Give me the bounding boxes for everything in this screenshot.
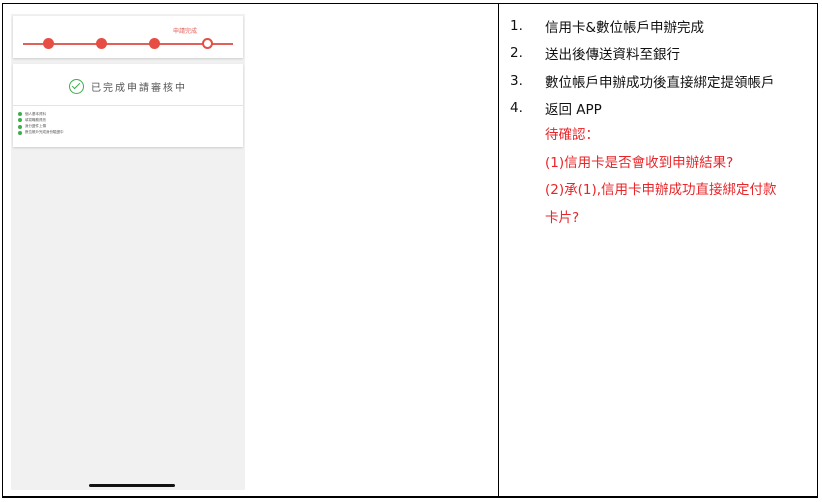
checklist-item-text: 身分證件上傳 (25, 124, 46, 129)
phone-screenshot: 申請完成 已完成申請審核中 個人基本資料 填寫職務資訊 身分證件上傳 數位帳戶完… (11, 14, 245, 490)
checklist: 個人基本資料 填寫職務資訊 身分證件上傳 數位帳戶完成身份驗證中 (18, 111, 64, 136)
current-step-label: 申請完成 (173, 28, 198, 35)
list-number: 4. (510, 100, 523, 117)
check-icon (18, 124, 22, 129)
checklist-item: 數位帳戶完成身份驗證中 (18, 130, 64, 136)
status-card: 已完成申請審核中 個人基本資料 填寫職務資訊 身分證件上傳 數位帳戶完成身份驗證… (13, 64, 243, 147)
progress-stepper: 申請完成 (13, 16, 243, 58)
note-line: (2)承(1),信用卡申辦成功直接綁定付款 (545, 182, 777, 198)
list-item: 1. 信用卡&數位帳戶申辦完成 (510, 12, 810, 40)
home-indicator[interactable] (89, 484, 175, 487)
status-title: 已完成申請審核中 (91, 82, 187, 94)
checklist-item: 填寫職務資訊 (18, 117, 64, 123)
list-text: 返回 APP (545, 102, 602, 119)
document-table: 申請完成 已完成申請審核中 個人基本資料 填寫職務資訊 身分證件上傳 數位帳戶完… (2, 3, 818, 498)
step-dot-4-current (202, 38, 213, 49)
check-icon (18, 112, 22, 116)
status-header: 已完成申請審核中 (13, 76, 243, 96)
list-number: 3. (510, 72, 523, 89)
list-item: 3. 數位帳戶申辦成功後直接綁定提領帳戶 (510, 67, 810, 95)
column-divider (498, 4, 499, 497)
check-circle-icon (69, 78, 84, 94)
list-text: 數位帳戶申辦成功後直接綁定提領帳戶 (545, 74, 775, 91)
step-dot-3 (149, 38, 160, 49)
check-icon (18, 130, 22, 135)
list-text: 信用卡&數位帳戶申辦完成 (545, 19, 705, 36)
step-dot-2 (96, 38, 107, 49)
list-number: 2. (510, 45, 523, 62)
checklist-item: 個人基本資料 (18, 111, 64, 117)
checklist-item-text: 個人基本資料 (25, 111, 46, 116)
checklist-item-text: 數位帳戶完成身份驗證中 (25, 130, 64, 135)
row-divider (3, 496, 817, 497)
step-dot-1 (43, 38, 54, 49)
list-number: 1. (510, 17, 523, 34)
checklist-item-text: 填寫職務資訊 (25, 117, 46, 122)
pending-notes: 待確認： (1)信用卡是否會收到申辦結果? (2)承(1),信用卡申辦成功直接綁… (545, 122, 810, 232)
note-line: 卡片? (545, 209, 580, 226)
list-item: 2. 送出後傳送資料至銀行 (510, 40, 810, 68)
list-text: 送出後傳送資料至銀行 (545, 47, 680, 64)
notes-heading: 待確認： (545, 127, 599, 143)
check-icon (18, 118, 22, 123)
status-divider (13, 105, 243, 106)
checklist-item: 身分證件上傳 (18, 124, 64, 130)
note-line: (1)信用卡是否會收到申辦結果? (545, 154, 734, 171)
steps-list: 1. 信用卡&數位帳戶申辦完成 2. 送出後傳送資料至銀行 3. 數位帳戶申辦成… (510, 12, 810, 232)
list-item: 4. 返回 APP (510, 95, 810, 123)
